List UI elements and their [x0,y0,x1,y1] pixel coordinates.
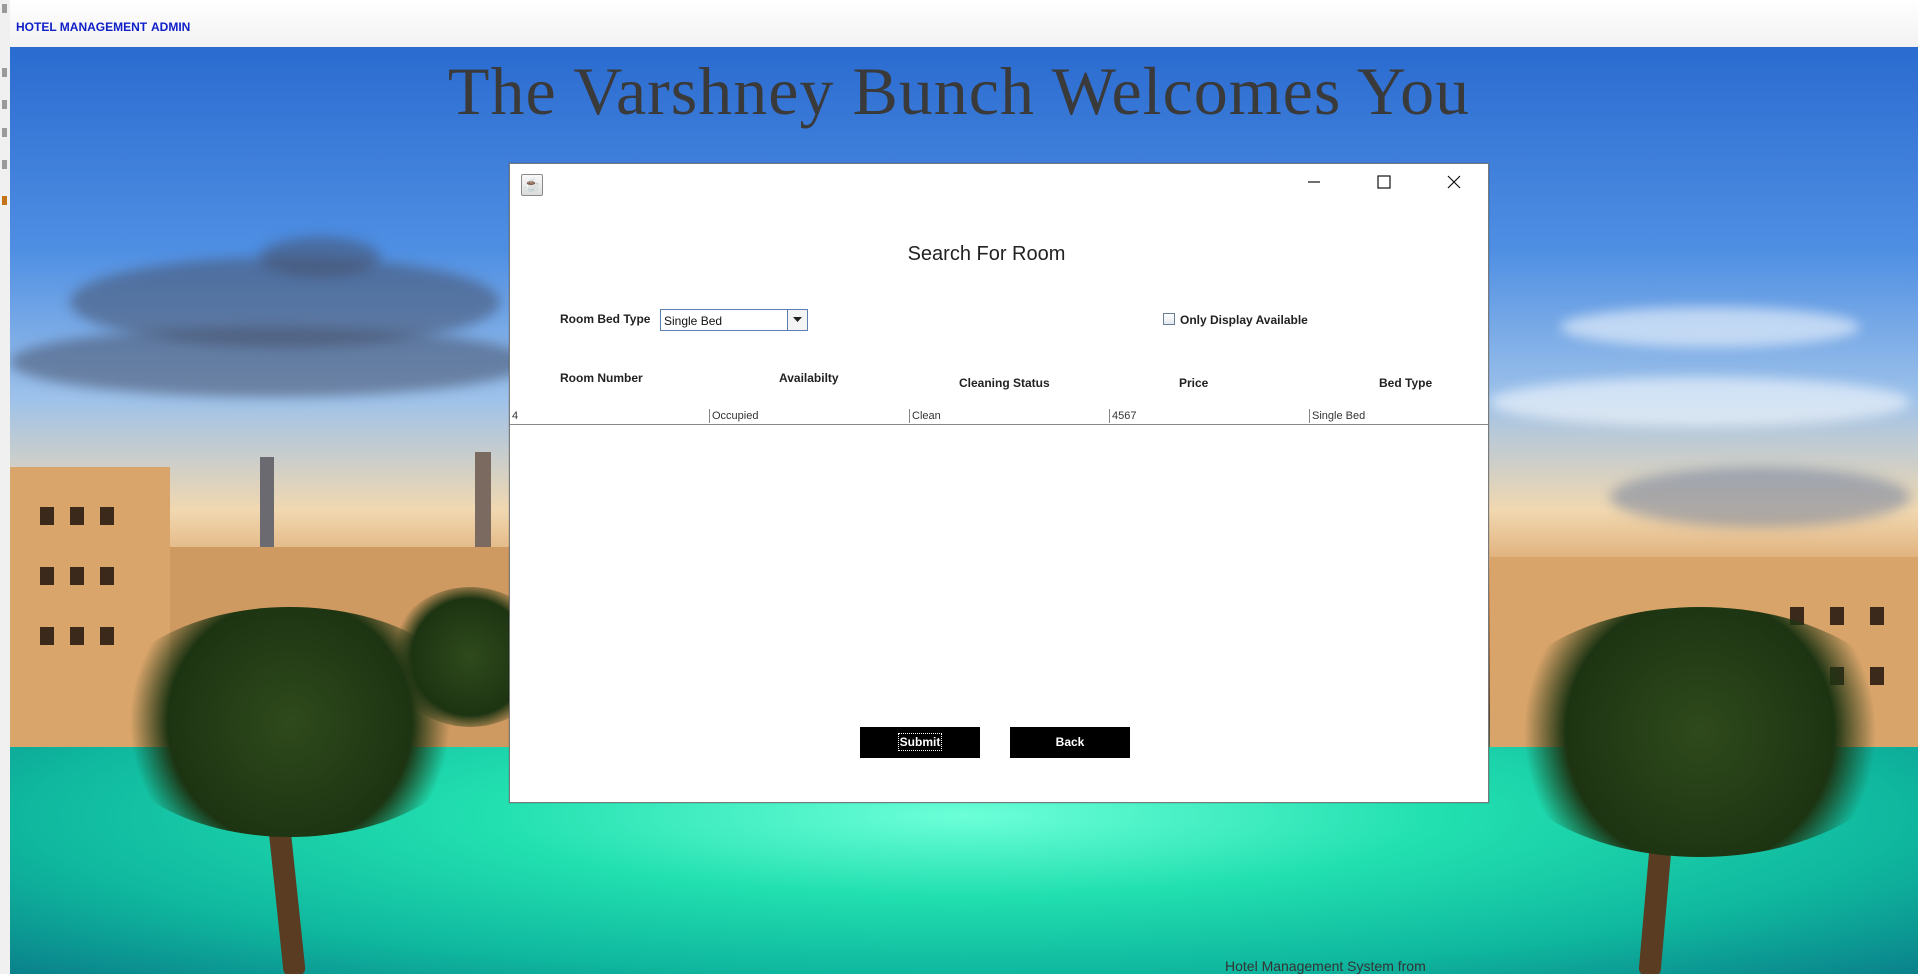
cell-price: 4567 [1109,409,1309,423]
column-header-cleaning-status: Cleaning Status [959,376,1050,390]
minimize-icon[interactable] [1300,172,1328,196]
cell-availability: Occupied [709,409,909,423]
submit-button[interactable]: Submit [860,727,980,758]
maximize-icon[interactable] [1370,172,1398,196]
bed-type-selected-value: Single Bed [664,314,723,328]
only-available-checkbox[interactable] [1163,313,1175,325]
close-icon[interactable] [1440,172,1468,196]
dialog-title: Search For Room [907,243,1066,265]
table-row[interactable]: 4 Occupied Clean 4567 Single Bed [510,408,1488,425]
java-icon: ☕ [521,174,543,196]
submit-button-label: Submit [897,733,943,751]
only-available-label: Only Display Available [1180,313,1308,327]
dialog-titlebar[interactable]: ☕ [510,164,1488,204]
cell-room-number: 4 [512,410,519,422]
status-text: Hotel Management System from [1225,958,1426,974]
menu-admin[interactable]: ADMIN [151,20,190,34]
column-header-bed-type: Bed Type [1379,376,1433,390]
cell-bed-type: Single Bed [1309,409,1487,423]
menu-hotel-management[interactable]: HOTEL MANAGEMENT [16,20,147,34]
bed-type-dropdown[interactable]: Single Bed [660,309,808,331]
welcome-banner: The Varshney Bunch Welcomes You [447,53,1471,129]
back-button[interactable]: Back [1010,727,1130,758]
column-header-price: Price [1179,376,1209,390]
back-button-label: Back [1055,735,1085,749]
search-room-dialog: ☕ Search For Room Room Bed Type Single B… [509,163,1489,803]
chevron-down-icon[interactable] [787,310,807,330]
menu-bar: HOTEL MANAGEMENT ADMIN [10,0,1918,48]
column-header-room-number: Room Number [560,371,643,385]
cell-cleaning-status: Clean [909,409,1109,423]
bed-type-label: Room Bed Type [560,312,651,326]
column-header-availability: Availabilty [779,371,839,385]
